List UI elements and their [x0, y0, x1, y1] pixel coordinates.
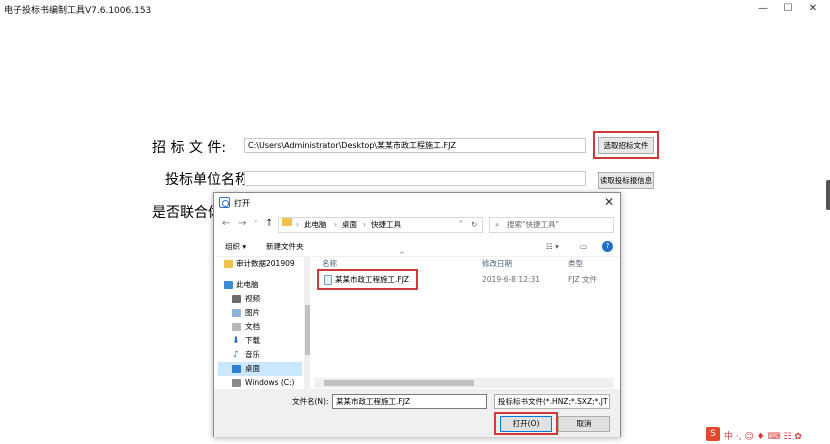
address-bar[interactable]: › 此电脑 › 桌面 › 快捷工具 ˅ ↻: [278, 217, 483, 233]
breadcrumb-tools[interactable]: 快捷工具: [371, 218, 401, 232]
bid-file-label: 招 标 文 件:: [152, 140, 227, 156]
input-method-logo-icon[interactable]: S: [706, 427, 720, 441]
music-icon: ♪: [233, 350, 239, 360]
sort-indicator-icon: ^: [399, 251, 405, 259]
download-icon: ⬇: [232, 336, 240, 346]
nav-item-windows-drive[interactable]: Windows (C:): [218, 376, 302, 389]
refresh-icon[interactable]: ↻: [471, 218, 477, 232]
help-icon[interactable]: ?: [602, 241, 613, 252]
breadcrumb-this-pc[interactable]: 此电脑: [304, 218, 327, 232]
close-button[interactable]: ✕: [796, 0, 830, 18]
tray-icons[interactable]: 中 ·, ☺ ♦ ⌨ ☷ ✿: [724, 429, 802, 442]
dialog-bottom-panel: 文件名(N): 某某市政工程施工.FJZ 投标标书文件(*.HNZ;*.SXZ;…: [214, 389, 620, 437]
desktop-icon: [232, 365, 241, 373]
nav-pane-scrollbar[interactable]: [304, 257, 310, 389]
documents-icon: [232, 323, 241, 331]
nav-item-label: 此电脑: [236, 280, 259, 289]
nav-item-desktop[interactable]: 桌面: [218, 362, 302, 376]
side-widget-handle[interactable]: [826, 180, 830, 210]
nav-item-label: 图片: [245, 308, 260, 317]
folder-icon: [282, 218, 292, 226]
back-arrow-icon[interactable]: ←: [222, 218, 230, 229]
organize-menu[interactable]: 组织 ▾: [225, 237, 246, 257]
pictures-icon: [232, 309, 241, 317]
column-header-type[interactable]: 类型: [568, 257, 583, 271]
filename-label: 文件名(N):: [292, 397, 329, 406]
navigation-bar: ← → ˅ ↑ › 此电脑 › 桌面 › 快捷工具 ˅ ↻ ⌕ 搜索"快捷工具": [214, 215, 620, 235]
nav-item-audit-folder[interactable]: 审计数据201909: [218, 257, 302, 271]
dialog-title: 打开: [234, 199, 250, 208]
drive-icon: [232, 379, 241, 387]
column-header-modified[interactable]: 修改日期: [482, 257, 512, 271]
filename-input[interactable]: 某某市政工程施工.FJZ: [332, 394, 487, 409]
nav-item-pictures[interactable]: 图片: [218, 306, 302, 320]
preview-pane-icon[interactable]: ▭: [580, 237, 587, 257]
cancel-button[interactable]: 取消: [558, 416, 610, 432]
nav-item-music[interactable]: ♪ 音乐: [218, 348, 302, 362]
nav-item-label: 审计数据201909: [236, 259, 295, 268]
breadcrumb-desktop[interactable]: 桌面: [342, 218, 357, 232]
nav-item-videos[interactable]: 视频: [218, 292, 302, 306]
nav-item-label: Windows (C:): [245, 378, 295, 387]
file-list: ^ 名称 修改日期 类型 某某市政工程施工.FJZ 2019-6-8 12:31…: [314, 251, 616, 381]
scrollbar-thumb[interactable]: [305, 305, 310, 355]
filetype-value: 投标标书文件(*.HNZ;*.SXZ;*.JT: [498, 397, 608, 406]
window-title: 电子投标书编制工具V7.6.1006.153: [4, 6, 152, 16]
breadcrumb-separator-icon: ›: [296, 220, 299, 229]
filetype-select[interactable]: 投标标书文件(*.HNZ;*.SXZ;*.JT: [494, 394, 610, 409]
bidder-name-field[interactable]: [244, 171, 586, 186]
nav-item-label: 视频: [245, 294, 260, 303]
new-folder-button[interactable]: 新建文件夹: [266, 237, 304, 257]
bid-file-path-field[interactable]: C:\Users\Administrator\Desktop\某某市政工程施工.…: [244, 138, 586, 153]
nav-item-label: 文档: [245, 322, 260, 331]
pc-icon: [224, 281, 233, 289]
open-button[interactable]: 打开(O): [500, 416, 552, 432]
title-bar: 电子投标书编制工具V7.6.1006.153 — ☐ ✕: [0, 0, 830, 18]
nav-item-label: 桌面: [245, 364, 260, 373]
command-bar: 组织 ▾ 新建文件夹 ☷ ▾ ▭ ?: [214, 237, 620, 257]
recent-dropdown-icon[interactable]: ˅: [254, 220, 258, 228]
file-modified: 2019-6-8 12:31: [482, 275, 541, 284]
nav-item-downloads[interactable]: ⬇ 下载: [218, 334, 302, 348]
nav-item-this-pc[interactable]: 此电脑: [218, 278, 302, 292]
nav-item-label: 音乐: [245, 350, 260, 359]
dialog-title-bar: 打开 ✕: [214, 193, 620, 213]
nav-item-label: 下载: [245, 336, 260, 345]
taskbar-tray: S 中 ·, ☺ ♦ ⌨ ☷ ✿: [704, 427, 830, 444]
open-file-dialog: 打开 ✕ ← → ˅ ↑ › 此电脑 › 桌面 › 快捷工具 ˅ ↻ ⌕ 搜索"…: [213, 192, 621, 437]
select-bid-file-button[interactable]: 选取招标文件: [598, 137, 654, 154]
video-icon: [232, 295, 241, 303]
address-dropdown-icon[interactable]: ˅: [459, 218, 463, 232]
file-type: FJZ 文件: [568, 275, 598, 284]
breadcrumb-separator-icon: ›: [334, 220, 337, 229]
nav-item-documents[interactable]: 文档: [218, 320, 302, 334]
dialog-close-button[interactable]: ✕: [604, 195, 614, 209]
breadcrumb-separator-icon: ›: [363, 220, 366, 229]
up-arrow-icon[interactable]: ↑: [265, 218, 273, 229]
navigation-pane: 审计数据201909 此电脑 视频 图片 文档 ⬇ 下载 ♪ 音乐 桌面 Win…: [218, 257, 310, 389]
bidder-name-label: 投标单位名称:: [165, 172, 254, 188]
joint-venture-label: 是否联合体: [152, 205, 222, 221]
scrollbar-thumb[interactable]: [324, 380, 474, 386]
search-placeholder: 搜索"快捷工具": [507, 220, 559, 229]
folder-icon: [224, 260, 233, 268]
search-icon: ⌕: [495, 220, 500, 229]
dialog-app-icon: [219, 197, 230, 208]
view-options-icon[interactable]: ☷ ▾: [546, 237, 559, 257]
highlight-box-file: [317, 269, 418, 290]
search-box[interactable]: ⌕ 搜索"快捷工具": [489, 217, 614, 233]
read-bidder-info-button[interactable]: 读取投标报信息: [598, 172, 654, 189]
app-window: 电子投标书编制工具V7.6.1006.153 — ☐ ✕ 招 标 文 件: C:…: [0, 0, 830, 444]
file-list-scrollbar[interactable]: [314, 378, 614, 388]
forward-arrow-icon[interactable]: →: [238, 218, 246, 229]
